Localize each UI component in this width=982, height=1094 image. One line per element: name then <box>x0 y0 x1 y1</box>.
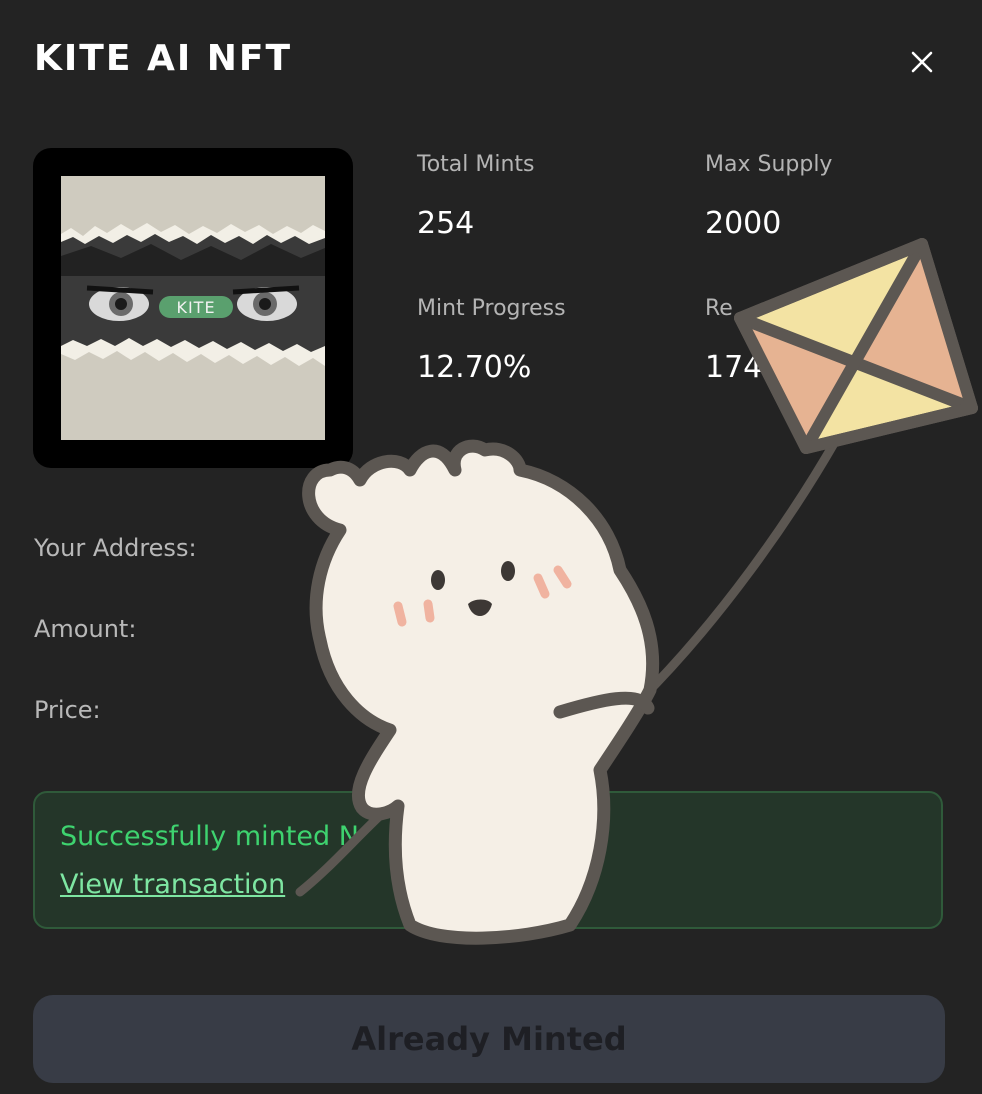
price-label: Price: <box>34 696 101 724</box>
bunny-flying-kite-sticker <box>295 238 978 945</box>
max-supply-label: Max Supply <box>705 152 833 177</box>
amount-label: Amount: <box>34 615 137 643</box>
view-transaction-link[interactable]: View transaction <box>60 869 285 900</box>
close-icon <box>911 51 933 73</box>
total-mints-label: Total Mints <box>417 152 535 177</box>
bunny-icon <box>302 439 660 945</box>
already-minted-button[interactable]: Already Minted <box>33 995 945 1083</box>
nft-badge-text: KITE <box>176 298 215 317</box>
close-button[interactable] <box>900 40 944 84</box>
page-title: KITE AI NFT <box>34 38 293 79</box>
kite-icon <box>734 238 978 454</box>
address-label: Your Address: <box>34 534 197 562</box>
